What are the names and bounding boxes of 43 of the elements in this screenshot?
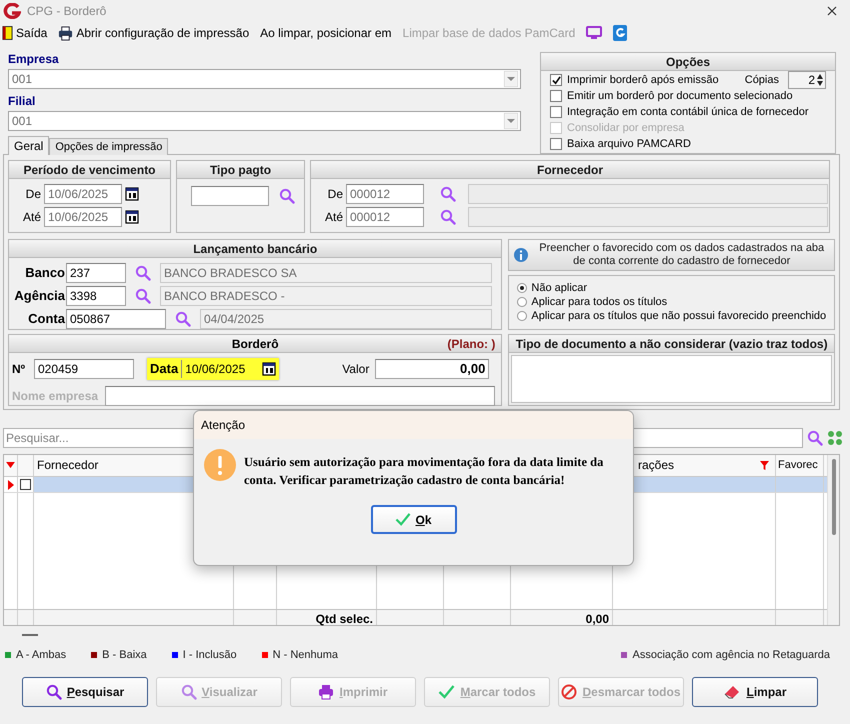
field-label: Valor [342, 361, 370, 378]
group-title: Opções [541, 53, 835, 71]
legend-label: B - Baixa [102, 648, 147, 663]
field-label: Conta [27, 310, 66, 328]
field-label: Banco [24, 264, 66, 282]
footer-label: Qtd selec. [316, 611, 374, 625]
radio-label: Não aplicar [531, 280, 588, 296]
group-title: Tipo pagto [177, 161, 304, 179]
field-label: Até [324, 209, 343, 226]
field-label: De [24, 186, 41, 203]
group-title: Lançamento bancário [9, 240, 502, 258]
legend-label: Associação com agência no Retaguarda [632, 648, 830, 663]
group-title: Período de vencimento [9, 161, 170, 179]
checkbox-label: Baixa arquivo PAMCARD [567, 136, 691, 152]
checkbox-label: Emitir um borderô por documento selecionado [567, 88, 793, 104]
group-title: Borderô [230, 336, 280, 352]
legend-label: I - Inclusão [182, 648, 237, 663]
field-label: De [326, 186, 343, 203]
field-label: Nº [12, 361, 26, 378]
radio-label: Aplicar para todos os títulos [531, 294, 668, 310]
checkbox-label: Consolidar por empresa [567, 120, 684, 136]
legend-label: N - Nenhuma [272, 648, 338, 663]
group-title: Fornecedor [311, 161, 829, 179]
readonly-field: BANCO BRADESCO SA [160, 263, 492, 283]
field-label: Agência [13, 287, 66, 306]
dialog-title: Atenção [201, 417, 246, 434]
field-label: Filial [8, 94, 36, 109]
legend-label: A - Ambas [16, 648, 66, 663]
checkbox-label: Imprimir borderô após emissão [567, 72, 719, 88]
plan-label: (Plano: ) [446, 336, 496, 352]
dialog-message: Usuário sem autorização para movimentação fora da data limite da conta. Verificar parametrização cadastro de conta bancária! [244, 454, 604, 489]
footer-total: 0,00 [586, 611, 610, 625]
field-label: Cópias [744, 72, 779, 88]
info-text: Preencher o favorecido com os dados cadastrados na aba de conta corrente do cadastro de fornecedor [538, 242, 826, 268]
radio-label: Aplicar para os títulos que não possui favorecido preenchido [531, 308, 826, 324]
field-label: Até [22, 209, 41, 226]
field-label: Nome empresa [12, 388, 100, 405]
field-label: Empresa [8, 52, 60, 67]
window-title: CPG - Borderô [27, 3, 106, 20]
group-title: Tipo de documento a não considerar (vazio traz todos) [509, 335, 834, 353]
readonly-field: 04/04/2025 [200, 309, 492, 329]
readonly-field: BANCO BRADESCO - [160, 286, 492, 306]
checkbox-label: Integração em conta contábil única de fornecedor [567, 104, 809, 120]
